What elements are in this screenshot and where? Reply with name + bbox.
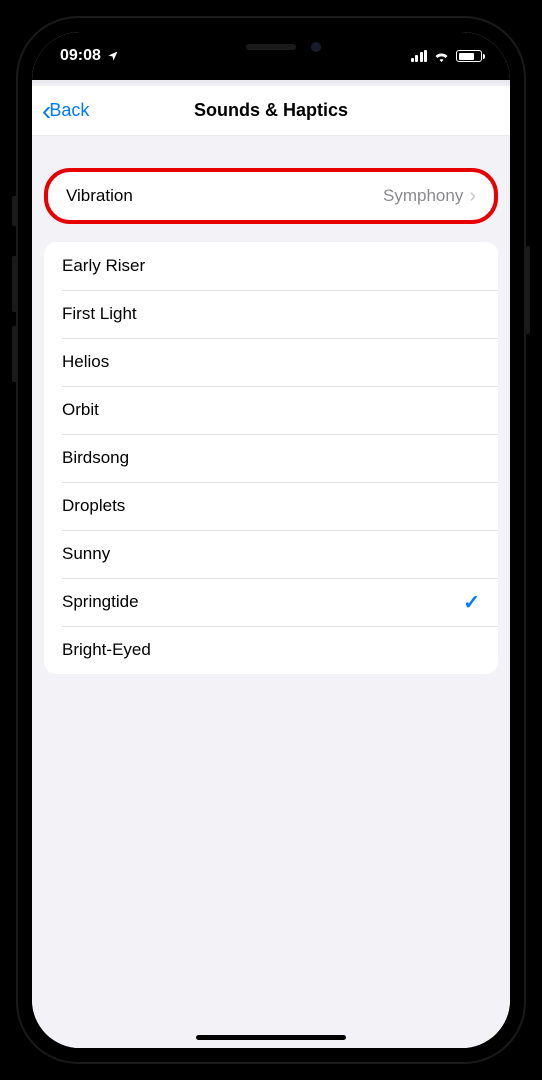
back-button[interactable]: ‹ Back <box>42 97 89 125</box>
chevron-right-icon: › <box>469 186 476 206</box>
sound-row-helios[interactable]: Helios <box>44 338 498 386</box>
sound-row-orbit[interactable]: Orbit <box>44 386 498 434</box>
earpiece-speaker <box>246 44 296 50</box>
mute-switch <box>12 196 16 226</box>
app-chrome: ‹ Back Sounds & Haptics <box>32 80 510 136</box>
sound-row-bright-eyed[interactable]: Bright-Eyed <box>44 626 498 674</box>
vibration-group: Vibration Symphony › <box>44 168 498 224</box>
page-title: Sounds & Haptics <box>194 100 348 121</box>
vibration-label: Vibration <box>66 186 133 206</box>
nav-bar: ‹ Back Sounds & Haptics <box>32 86 510 136</box>
cellular-icon <box>411 50 428 62</box>
location-icon <box>107 50 119 62</box>
sound-label: Helios <box>62 352 109 372</box>
vibration-value-wrap: Symphony › <box>383 186 476 206</box>
back-label: Back <box>49 100 89 121</box>
content: Vibration Symphony › Early Riser First L… <box>32 136 510 1048</box>
sound-row-springtide[interactable]: Springtide ✓ <box>44 578 498 626</box>
sound-label: Bright-Eyed <box>62 640 151 660</box>
sound-label: Birdsong <box>62 448 129 468</box>
home-indicator[interactable] <box>196 1035 346 1040</box>
sound-row-birdsong[interactable]: Birdsong <box>44 434 498 482</box>
sound-label: Sunny <box>62 544 110 564</box>
status-left: 09:08 <box>60 47 119 65</box>
status-right <box>411 50 483 62</box>
checkmark-icon: ✓ <box>463 590 480 615</box>
sounds-group: Early Riser First Light Helios Orbit Bir… <box>44 242 498 674</box>
screen: 09:08 ‹ B <box>32 32 510 1048</box>
sound-row-sunny[interactable]: Sunny <box>44 530 498 578</box>
sound-label: First Light <box>62 304 137 324</box>
notch <box>166 32 376 62</box>
device-frame: 09:08 ‹ B <box>16 16 526 1064</box>
side-buttons-left <box>12 196 16 412</box>
battery-level <box>459 53 475 60</box>
wifi-icon <box>433 50 450 62</box>
volume-down-button <box>12 326 16 382</box>
battery-icon <box>456 50 482 62</box>
sound-row-first-light[interactable]: First Light <box>44 290 498 338</box>
sound-label: Early Riser <box>62 256 145 276</box>
vibration-row[interactable]: Vibration Symphony › <box>48 172 494 220</box>
sound-row-early-riser[interactable]: Early Riser <box>44 242 498 290</box>
sound-label: Droplets <box>62 496 125 516</box>
volume-up-button <box>12 256 16 312</box>
power-button <box>526 246 530 334</box>
sound-row-droplets[interactable]: Droplets <box>44 482 498 530</box>
status-time: 09:08 <box>60 47 101 65</box>
sound-label: Orbit <box>62 400 99 420</box>
sound-label: Springtide <box>62 592 139 612</box>
vibration-value: Symphony <box>383 186 463 206</box>
front-camera <box>311 42 321 52</box>
